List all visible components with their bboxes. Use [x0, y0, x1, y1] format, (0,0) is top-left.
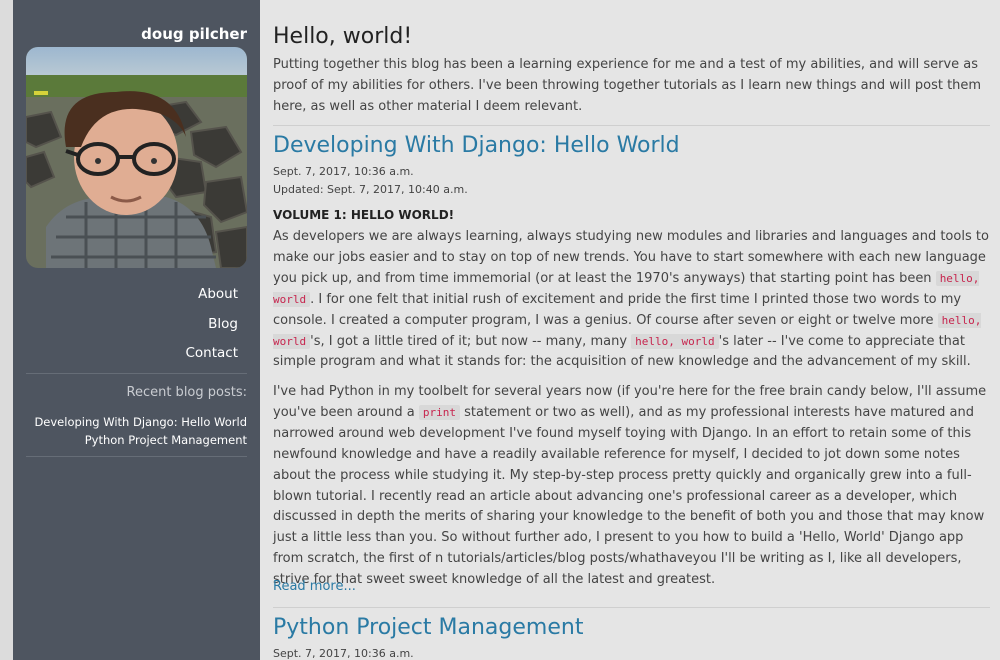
post-updated-date: Updated: Sept. 7, 2017, 10:40 a.m. [273, 183, 468, 196]
post-date: Sept. 7, 2017, 10:36 a.m. [273, 647, 414, 660]
sidebar-divider [26, 373, 247, 374]
avatar-photo [26, 47, 247, 268]
inline-code: hello, world [631, 333, 719, 349]
page-title: Hello, world! [273, 24, 413, 49]
post-paragraph: I've had Python in my toolbelt for sever… [273, 382, 990, 591]
post-divider [273, 125, 990, 126]
recent-posts-list: Developing With Django: Hello World Pyth… [34, 413, 247, 449]
paragraph-text: . I for one felt that initial rush of ex… [273, 291, 962, 328]
site-name[interactable]: doug pilcher [141, 25, 247, 43]
read-more-link[interactable]: Read more... [273, 579, 356, 594]
intro-text: Putting together this blog has been a le… [273, 57, 982, 114]
sidebar-nav: About Blog Contact [185, 280, 238, 369]
post-title-link[interactable]: Developing With Django: Hello World [273, 133, 680, 158]
avatar [26, 47, 247, 268]
nav-link-about[interactable]: About [185, 280, 238, 310]
post-divider [273, 607, 990, 608]
post-paragraph: As developers we are always learning, al… [273, 227, 990, 373]
recent-posts-heading: Recent blog posts: [126, 385, 248, 400]
paragraph-text: 's, I got a little tired of it; but now … [310, 333, 632, 349]
post-title-link[interactable]: Python Project Management [273, 615, 583, 640]
recent-post-link[interactable]: Python Project Management [34, 431, 247, 449]
paragraph-text: As developers we are always learning, al… [273, 229, 989, 286]
sidebar: doug pilcher About Blog Contact Recent b… [13, 0, 260, 660]
sidebar-divider [26, 456, 247, 457]
nav-link-contact[interactable]: Contact [185, 339, 238, 369]
recent-post-link[interactable]: Developing With Django: Hello World [34, 413, 247, 431]
nav-link-blog[interactable]: Blog [185, 310, 238, 340]
post-subheading: VOLUME 1: HELLO WORLD! [273, 208, 455, 222]
page-left-margin [0, 0, 13, 660]
paragraph-text: statement or two as well), and as my pro… [273, 404, 985, 588]
post-date: Sept. 7, 2017, 10:36 a.m. [273, 165, 414, 178]
inline-code: print [418, 404, 460, 420]
